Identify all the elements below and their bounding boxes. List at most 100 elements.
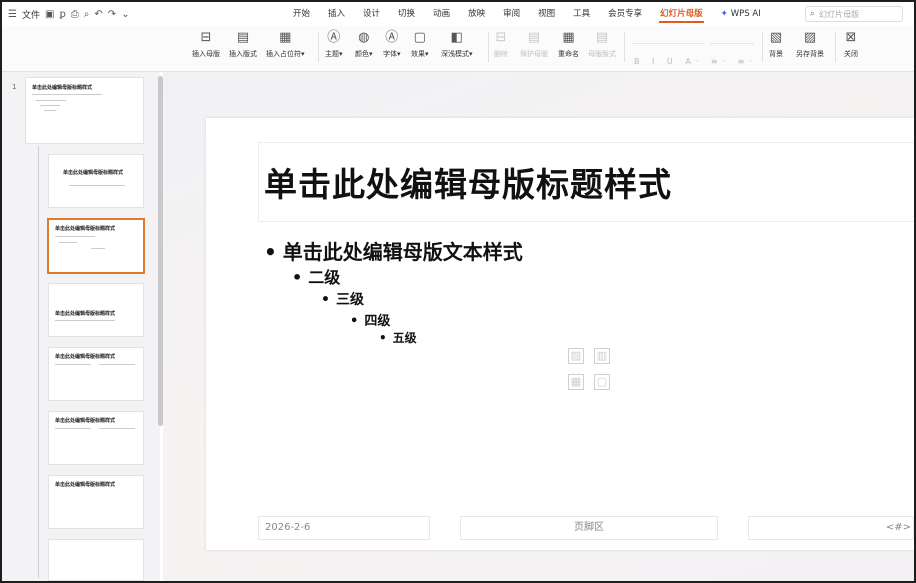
insert-placeholder-icon: ▦ [279,30,292,45]
font-family-select[interactable] [632,32,704,44]
text-level-3[interactable]: • 三级 [321,289,364,309]
ribbon-separator [624,32,625,62]
background-button[interactable]: ▧ 背景 [769,30,783,59]
rename-button[interactable]: ▦ 重命名 [558,30,579,59]
insert-layout-icon: ▤ [236,30,250,45]
slide-master-canvas[interactable]: 单击此处编辑母版标题样式 • 单击此处编辑母版文本样式 • 二级 • 三级 • 四级 •… [206,118,916,550]
thumb-title: 单击此处编辑母版标题样式 [55,226,116,232]
preserve-master-button[interactable]: ▤ 保护母版 [520,30,548,59]
slide-number-placeholder[interactable]: <#> [748,516,914,540]
layout-thumbnail[interactable]: 单击此处编辑母版标题样式 [48,283,144,337]
thumb-line [59,242,77,243]
dropdown-icon[interactable]: ⌄ [121,9,129,20]
layout-thumbnail[interactable] [48,539,144,581]
thumb-line [91,248,105,249]
search-box[interactable]: ⌕ 幻灯片母版 [805,6,903,22]
close-master-button[interactable]: ⊠ 关闭 [844,30,858,59]
format-painter-icon[interactable]: ꝑ [59,9,65,20]
text-level-1-label: 单击此处编辑母版文本样式 [282,240,523,264]
palette-icon: ◍ [358,30,370,45]
tab-home[interactable]: 开始 [284,2,319,26]
tab-design[interactable]: 设计 [354,2,389,26]
bullet-icon: • [379,331,387,345]
picture-icon[interactable]: ▨ [568,348,584,364]
delete-button[interactable]: ⊟ 删除 [494,30,508,59]
table-icon[interactable]: ▦ [568,374,584,390]
effects-label: 效果 [411,50,425,58]
thumb-line [99,428,135,429]
text-format-tools[interactable]: B I U A· ≡· ≡· [634,57,757,66]
tab-transition[interactable]: 切换 [389,2,424,26]
background-style-chevron-icon: ▾ [469,50,473,58]
ribbon-separator [318,32,319,62]
thumb-title: 单击此处编辑母版标题样式 [55,482,116,488]
print-icon[interactable]: ⎙ [71,9,79,20]
slide-title[interactable]: 单击此处编辑母版标题样式 [264,158,672,206]
print-preview-icon[interactable]: ⌕ [84,9,90,20]
font-size-select[interactable] [710,32,754,44]
layout-tree-line [38,146,39,578]
tab-slide-master[interactable]: 幻灯片母版 [651,2,712,26]
background-style-button[interactable]: ◧ 深浅模式▾ [441,30,473,59]
layout-thumbnail[interactable]: 单击此处编辑母版标题样式 [48,154,144,208]
redo-icon[interactable]: ↷ [108,9,116,20]
text-level-5[interactable]: • 五级 [379,329,417,346]
thumb-line [55,428,91,429]
master-thumbnail[interactable]: 单击此处编辑母版标题样式 [25,77,144,144]
layout-thumbnail[interactable]: 单击此处编辑母版标题样式 [48,411,144,465]
ribbon-separator [835,32,836,62]
thumb-line [36,100,66,101]
thumb-line [40,105,60,106]
layout-thumbnail[interactable]: 单击此处编辑母版标题样式 [48,347,144,401]
layout-thumbnail-selected[interactable]: 单击此处编辑母版标题样式 [47,218,145,274]
effects-button[interactable]: ▢ 效果▾ [411,30,429,59]
media-icon[interactable]: ▢ [594,374,610,390]
thumb-title: 单击此处编辑母版标题样式 [55,311,116,317]
colors-chevron-icon: ▾ [369,50,373,58]
fonts-button[interactable]: Ⓐ 字体▾ [383,30,401,59]
tab-wps-ai[interactable]: ✦ WPS AI [712,2,770,26]
insert-placeholder-button[interactable]: ▦ 插入占位符▾ [266,30,305,59]
save-icon[interactable]: ▣ [45,9,54,20]
text-level-1[interactable]: • 单击此处编辑母版文本样式 [264,236,523,265]
text-level-4[interactable]: • 四级 [350,310,390,329]
chart-icon[interactable]: ▥ [594,348,610,364]
master-layout-button[interactable]: ▤ 母版版式 [588,30,616,59]
save-background-button[interactable]: ▨ 另存背景 [796,30,824,59]
tab-insert[interactable]: 插入 [319,2,354,26]
text-level-3-label: 三级 [335,292,364,308]
tab-member[interactable]: 会员专享 [599,2,651,26]
text-level-2[interactable]: • 二级 [292,264,340,288]
text-level-5-label: 五级 [392,331,417,345]
quick-access: ☰ 文件 ▣ ꝑ ⎙ ⌕ ↶ ↷ ⌄ [2,8,130,21]
footer-placeholder[interactable]: 页脚区 [460,516,718,540]
bullet-icon: • [350,314,359,329]
tab-review[interactable]: 审阅 [494,2,529,26]
tab-animation[interactable]: 动画 [424,2,459,26]
colors-button[interactable]: ◍ 颜色▾ [355,30,373,59]
theme-chevron-icon: ▾ [339,50,343,58]
undo-icon[interactable]: ↶ [94,9,102,20]
bullet-icon: • [264,240,277,264]
master-layout-label: 母版版式 [588,50,616,58]
insert-layout-button[interactable]: ▤ 插入版式 [229,30,257,59]
rename-icon: ▦ [562,30,575,45]
tab-slideshow[interactable]: 放映 [459,2,494,26]
save-background-label: 另存背景 [796,50,824,58]
hamburger-icon[interactable]: ☰ [8,9,17,20]
tab-tools[interactable]: 工具 [564,2,599,26]
date-placeholder[interactable]: 2026-2-6 [258,516,430,540]
slide-number: 1 [12,83,17,91]
ribbon-separator [488,32,489,62]
thumb-title: 单击此处编辑母版标题样式 [55,418,116,424]
layout-thumbnail[interactable]: 单击此处编辑母版标题样式 [48,475,144,529]
tab-view[interactable]: 视图 [529,2,564,26]
body-placeholder[interactable] [258,228,916,508]
font-icon: Ⓐ [385,30,399,45]
file-menu[interactable]: 文件 [22,8,40,21]
preserve-master-label: 保护母版 [520,50,548,58]
theme-button[interactable]: Ⓐ 主题▾ [325,30,343,59]
insert-master-button[interactable]: ⊟ 插入母版 [192,30,220,59]
close-icon: ⊠ [845,30,857,45]
search-placeholder: 幻灯片母版 [819,9,860,19]
